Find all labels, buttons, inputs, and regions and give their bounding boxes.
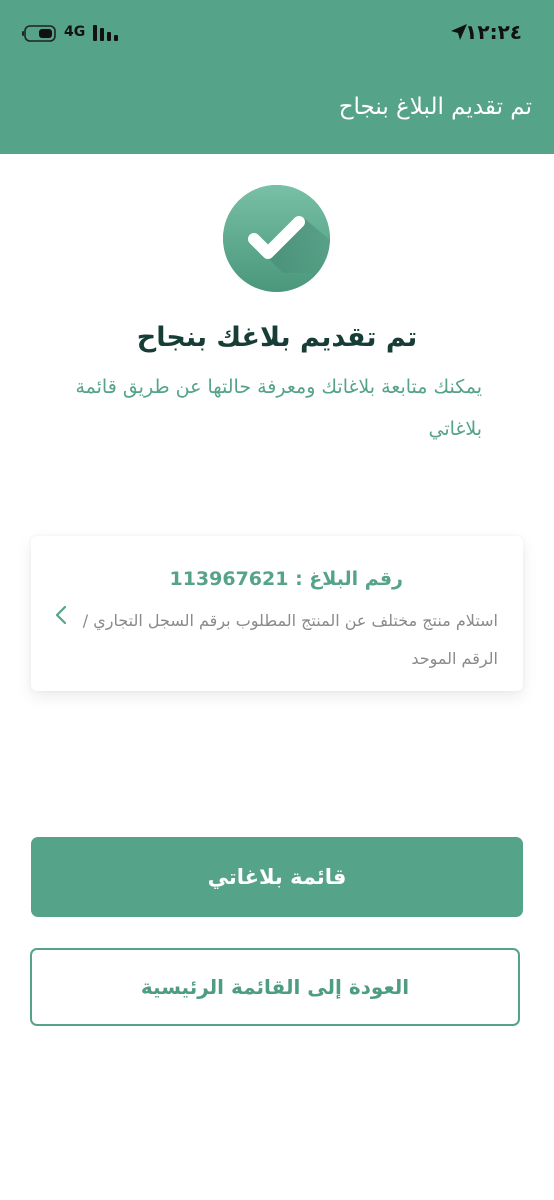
my-reports-button[interactable]: قائمة بلاغاتي <box>31 837 523 917</box>
network-label: 4G <box>64 24 86 40</box>
check-icon <box>223 185 330 292</box>
chevron-left-icon[interactable] <box>53 604 69 626</box>
report-number: رقم البلاغ : 113967621 <box>169 568 403 590</box>
report-card[interactable]: رقم البلاغ : 113967621 استلام منتج مختلف… <box>31 536 523 691</box>
back-to-home-button[interactable]: العودة إلى القائمة الرئيسية <box>30 948 520 1026</box>
header-bar: 4G ١٢:٢٤ تم تقديم البلاغ بنجاح <box>0 0 554 154</box>
signal-icon <box>93 25 118 41</box>
battery-icon <box>22 25 56 42</box>
header-title: تم تقديم البلاغ بنجاح <box>338 94 532 120</box>
success-title: تم تقديم بلاغك بنجاح <box>136 322 418 353</box>
status-bar: 4G ١٢:٢٤ <box>0 0 554 64</box>
report-description: استلام منتج مختلف عن المنتج المطلوب برقم… <box>82 611 498 668</box>
status-time: ١٢:٢٤ <box>465 20 522 44</box>
success-check-icon <box>223 185 330 292</box>
success-description: يمكنك متابعة بلاغاتك ومعرفة حالتها عن طر… <box>75 376 482 440</box>
